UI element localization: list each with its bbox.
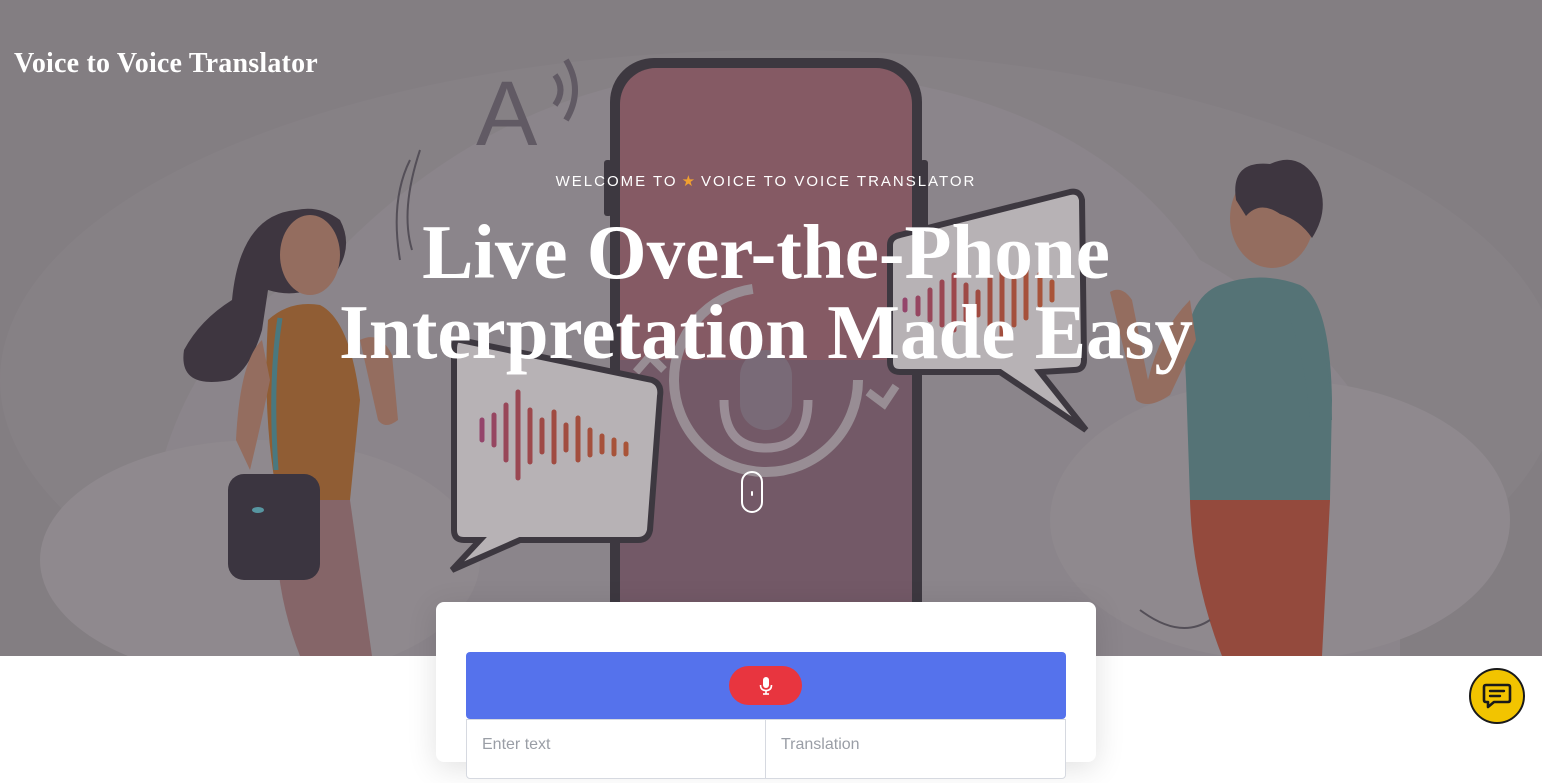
record-button[interactable] <box>729 666 802 705</box>
chat-button[interactable] <box>1469 668 1525 724</box>
scroll-down-indicator[interactable] <box>741 471 763 513</box>
scroll-wheel-dot <box>751 491 753 496</box>
translation-output[interactable] <box>766 720 1065 778</box>
chat-icon <box>1482 683 1512 709</box>
headline-line-1: Live Over-the-Phone <box>422 209 1110 295</box>
source-text-box <box>466 719 766 779</box>
eyebrow-welcome-text: WELCOME TO <box>555 173 678 190</box>
eyebrow-product-text: VOICE TO VOICE TRANSLATOR <box>701 173 977 190</box>
hero-section: A Voice to Voice Translator WELCOME TO ★… <box>0 0 1542 656</box>
translator-card <box>436 602 1096 779</box>
mic-bar <box>466 652 1066 719</box>
microphone-icon <box>759 676 772 695</box>
headline-line-2: Interpretation Made Easy <box>338 289 1194 375</box>
site-title[interactable]: Voice to Voice Translator <box>14 48 318 80</box>
source-text-input[interactable] <box>467 720 765 778</box>
hero-headline: Live Over-the-Phone Interpretation Made … <box>0 212 1532 372</box>
translation-text-box <box>765 719 1066 779</box>
hero-eyebrow: WELCOME TO ★ VOICE TO VOICE TRANSLATOR <box>0 172 1532 190</box>
star-icon: ★ <box>681 173 698 190</box>
